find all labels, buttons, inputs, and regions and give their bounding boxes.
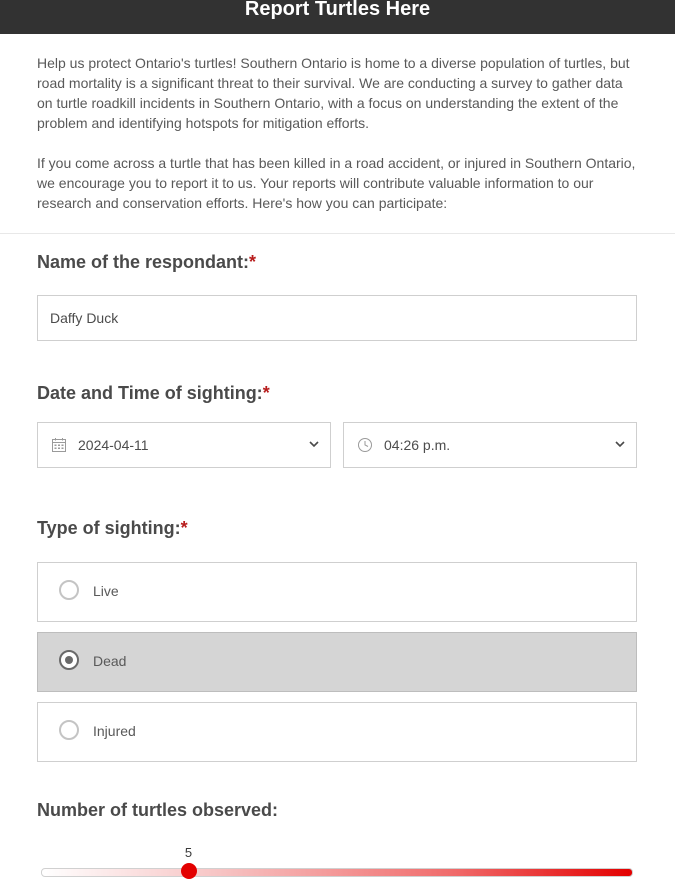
required-mark: * <box>180 518 188 538</box>
intro-text: Help us protect Ontario's turtles! South… <box>37 53 637 233</box>
date-value: 2024-04-11 <box>78 437 149 453</box>
radio-selected-dot <box>65 656 73 664</box>
turtle-count-slider[interactable]: 5 <box>41 843 633 879</box>
date-picker[interactable]: 2024-04-11 <box>37 422 331 468</box>
required-mark: * <box>249 252 257 272</box>
clock-icon <box>358 438 372 452</box>
chevron-down-icon <box>615 441 625 448</box>
intro-paragraph-2: If you come across a turtle that has bee… <box>37 155 636 211</box>
slider-value: 5 <box>184 845 193 860</box>
calendar-icon <box>52 438 66 452</box>
required-mark: * <box>262 383 270 403</box>
radio-option-live[interactable]: Live <box>37 562 637 622</box>
respondent-name-value: Daffy Duck <box>50 310 119 326</box>
respondent-label: Name of the respondant:* <box>37 252 256 273</box>
page-header: Report Turtles Here <box>0 0 675 34</box>
chevron-down-icon <box>309 441 319 448</box>
turtle-count-label-text: Number of turtles observed: <box>37 800 279 820</box>
page-title: Report Turtles Here <box>244 0 431 20</box>
section-divider <box>0 233 675 234</box>
datetime-label-text: Date and Time of sighting: <box>37 383 263 403</box>
radio-label: Dead <box>93 653 127 669</box>
sighting-type-label: Type of sighting:* <box>37 518 188 539</box>
datetime-label: Date and Time of sighting:* <box>37 383 270 404</box>
radio-option-injured[interactable]: Injured <box>37 702 637 762</box>
radio-button[interactable] <box>59 650 79 670</box>
radio-button[interactable] <box>59 580 79 600</box>
sighting-type-label-text: Type of sighting: <box>37 518 181 538</box>
radio-label: Injured <box>93 723 136 739</box>
respondent-label-text: Name of the respondant: <box>37 252 250 272</box>
time-value: 04:26 p.m. <box>384 437 451 453</box>
respondent-name-input[interactable]: Daffy Duck <box>37 295 637 341</box>
time-picker[interactable]: 04:26 p.m. <box>343 422 637 468</box>
radio-button[interactable] <box>59 720 79 740</box>
radio-label: Live <box>93 583 119 599</box>
slider-thumb[interactable] <box>180 863 197 879</box>
intro-paragraph-1: Help us protect Ontario's turtles! South… <box>37 55 630 131</box>
radio-option-dead[interactable]: Dead <box>37 632 637 692</box>
turtle-count-label: Number of turtles observed: <box>37 800 278 821</box>
slider-track[interactable] <box>41 868 633 877</box>
